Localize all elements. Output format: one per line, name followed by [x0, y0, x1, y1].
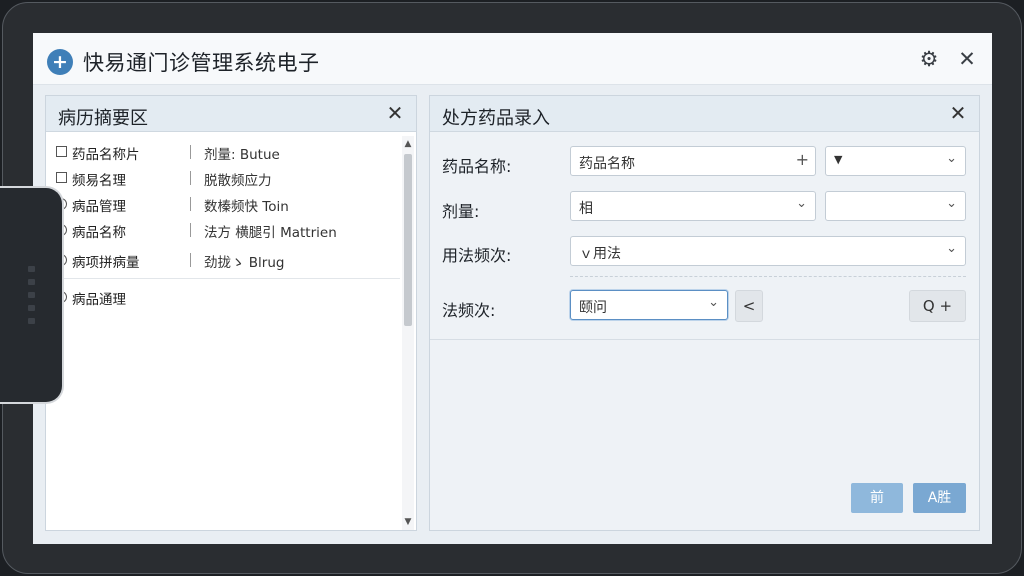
previous-button[interactable]: 前 — [851, 483, 903, 513]
list-divider — [54, 278, 400, 279]
medical-cross-icon: + — [47, 49, 73, 75]
item-value: 剂量: Butue — [204, 147, 280, 163]
dosage-value: 相 — [579, 201, 593, 217]
scroll-down-icon[interactable]: ▼ — [402, 516, 414, 528]
summary-list: 药品名称片 剂量: Butue 频易名理 脱散频应力 病品管理 数榛频快 Toi… — [46, 140, 402, 311]
usage-value: ｖ用法 — [579, 246, 621, 262]
divider — [190, 171, 191, 185]
item-value: 脱散频应力 — [204, 173, 272, 189]
app-title: 快易通门诊管理系统电子 — [83, 51, 320, 75]
drawer-grip-icon — [28, 266, 36, 331]
list-item[interactable]: 病品通理 — [46, 285, 402, 311]
dosage-label: 剂量: — [442, 202, 480, 221]
drug-name-label: 药品名称: — [442, 157, 512, 176]
checkbox[interactable] — [56, 172, 67, 183]
panel-title: 处方药品录入 — [442, 108, 550, 129]
dosage-unit-select[interactable]: ⌄ — [825, 191, 966, 221]
list-item[interactable]: 病品名称 法方 横腿引 Mattrien — [46, 218, 402, 244]
dosage-select[interactable]: 相 ⌄ — [570, 191, 816, 221]
triangle-down-icon: ▼ — [834, 153, 843, 166]
chevron-down-icon: ⌄ — [946, 241, 957, 256]
dashed-divider — [570, 276, 966, 277]
divider — [190, 223, 191, 237]
item-name: 病品管理 — [72, 199, 126, 215]
item-name: 病项拼病量 — [72, 255, 140, 271]
drug-type-select[interactable]: ▼ ⌄ — [825, 146, 966, 176]
close-icon[interactable]: ✕ — [955, 47, 979, 71]
item-name: 病品通理 — [72, 292, 126, 308]
next-button[interactable]: A胜 — [913, 483, 966, 513]
search-add-button[interactable]: Q + — [909, 290, 966, 322]
list-item[interactable]: 病项拼病量 劲拢ゝ Blrug — [46, 248, 402, 274]
prescription-entry-panel: 处方药品录入 ✕ 药品名称: 药品名称 + ▼ ⌄ 剂量: 相 ⌄ ⌄ 用法频次… — [429, 95, 980, 531]
title-bar: + 快易通门诊管理系统电子 ⚙ ✕ — [33, 33, 992, 85]
item-name: 药品名称片 — [72, 147, 140, 163]
scroll-thumb[interactable] — [404, 154, 412, 326]
divider — [190, 253, 191, 267]
divider — [190, 197, 191, 211]
item-value: 劲拢ゝ Blrug — [204, 255, 285, 271]
divider — [190, 145, 191, 159]
drug-name-input[interactable]: 药品名称 + — [570, 146, 816, 176]
vertical-scrollbar[interactable]: ▲ ▼ — [402, 136, 414, 530]
chevron-down-icon: ⌄ — [708, 295, 719, 310]
list-item[interactable]: 病品管理 数榛频快 Toin — [46, 192, 402, 218]
item-value: 数榛频快 Toin — [204, 199, 289, 215]
usage-label: 用法频次: — [442, 246, 512, 265]
panel-header: 处方药品录入 ✕ — [430, 96, 979, 132]
frequency-value: 颐问 — [579, 300, 607, 316]
item-name: 病品名称 — [72, 225, 126, 241]
list-item[interactable]: 药品名称片 剂量: Butue — [46, 140, 402, 166]
close-icon[interactable]: ✕ — [947, 102, 969, 124]
scroll-up-icon[interactable]: ▲ — [402, 138, 414, 150]
section-divider — [430, 339, 979, 340]
list-item[interactable]: 频易名理 脱散频应力 — [46, 166, 402, 192]
app-window: + 快易通门诊管理系统电子 ⚙ ✕ 病历摘要区 ✕ 药品名称片 剂量: Butu… — [33, 33, 992, 544]
medical-summary-panel: 病历摘要区 ✕ 药品名称片 剂量: Butue 频易名理 脱散频应力 病品管理 … — [45, 95, 417, 531]
usage-select[interactable]: ｖ用法 ⌄ — [570, 236, 966, 266]
frequency-label: 法频次: — [442, 301, 496, 320]
drug-name-value: 药品名称 — [579, 156, 635, 172]
gear-icon[interactable]: ⚙ — [917, 47, 941, 71]
chevron-down-icon: ⌄ — [946, 151, 957, 166]
checkbox[interactable] — [56, 146, 67, 157]
back-button[interactable]: < — [735, 290, 763, 322]
item-name: 频易名理 — [72, 173, 126, 189]
chevron-down-icon: ⌄ — [946, 196, 957, 211]
panel-title: 病历摘要区 — [58, 108, 148, 129]
panel-header: 病历摘要区 ✕ — [46, 96, 416, 132]
chevron-down-icon: ⌄ — [796, 196, 807, 211]
side-drawer-handle[interactable] — [0, 186, 64, 404]
plus-icon[interactable]: + — [796, 150, 809, 169]
frequency-select[interactable]: 颐问 ⌄ — [570, 290, 728, 320]
item-value: 法方 横腿引 Mattrien — [204, 225, 337, 241]
close-icon[interactable]: ✕ — [384, 102, 406, 124]
